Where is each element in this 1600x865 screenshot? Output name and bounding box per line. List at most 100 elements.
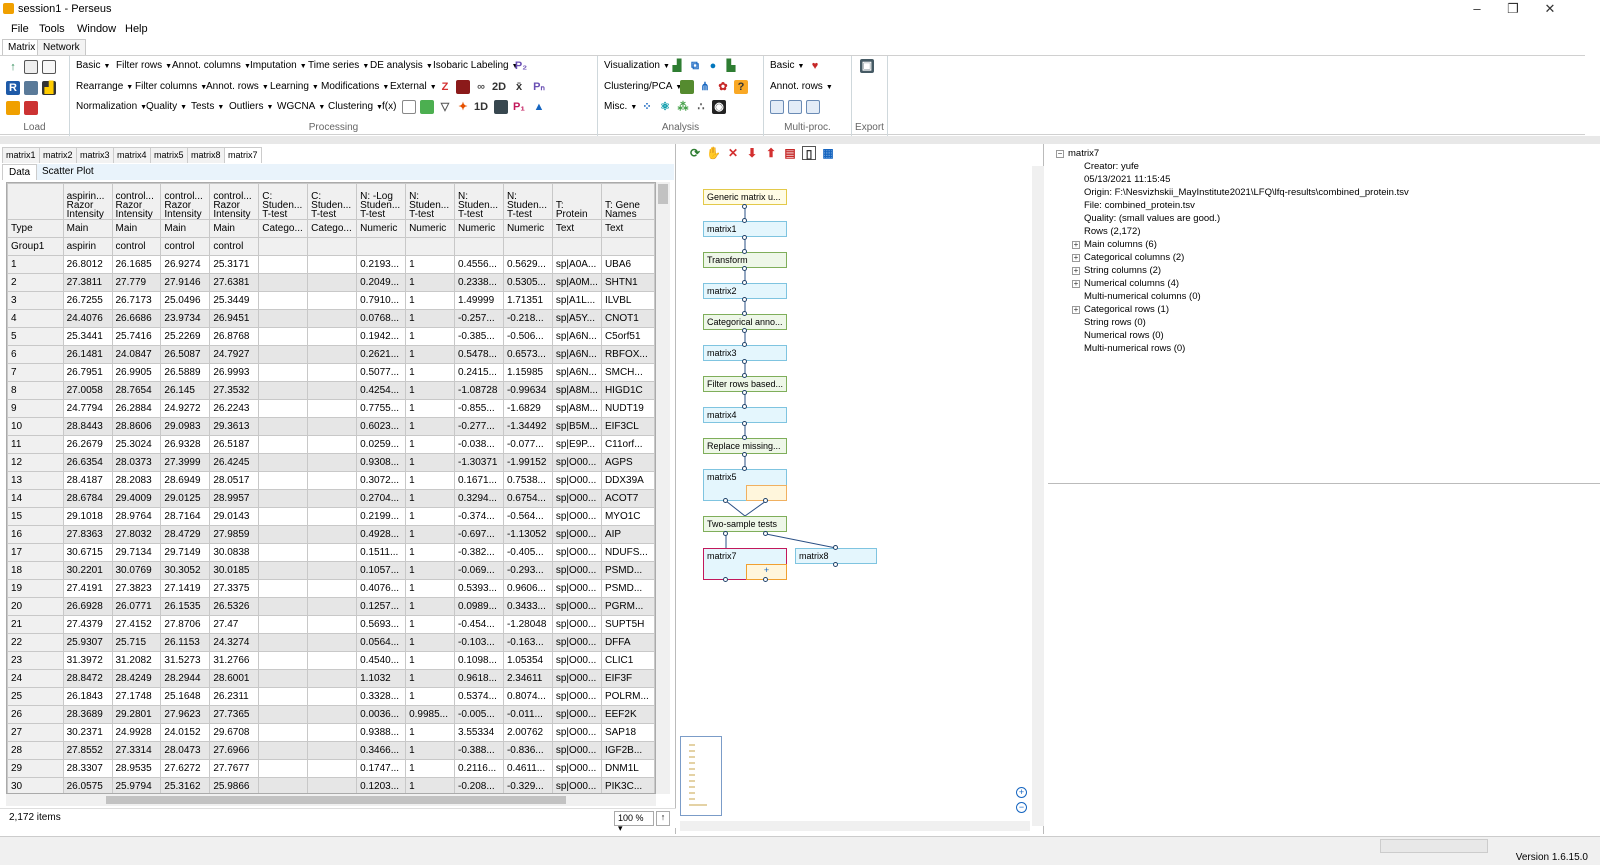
table-cell[interactable]: 27.0058 [62, 381, 113, 400]
table-cell[interactable]: 27.3532 [209, 381, 260, 400]
collapse-icon[interactable]: − [1056, 150, 1064, 158]
analysis-molecule-icon[interactable]: ⚛ [658, 100, 672, 114]
table-cell[interactable]: 27.8032 [111, 525, 162, 544]
table-cell[interactable]: 0.7538... [502, 471, 553, 490]
proc-plot-icon[interactable] [402, 100, 416, 114]
table-cell[interactable]: 27.9859 [209, 525, 260, 544]
table-cell[interactable] [307, 741, 358, 760]
table-cell[interactable]: 26.7173 [111, 291, 162, 310]
table-cell[interactable]: 28.4249 [111, 669, 162, 688]
table-cell[interactable]: 24.4076 [62, 309, 113, 328]
proc-filter-icon[interactable]: ▽ [438, 100, 452, 114]
table-cell[interactable]: 27.6381 [209, 273, 260, 292]
analysis-visualization[interactable]: Visualization ▼ [604, 60, 670, 71]
analysis-grid-icon[interactable] [680, 80, 694, 94]
table-cell[interactable]: 24.7927 [209, 345, 260, 364]
table-cell[interactable]: 0.5629... [502, 255, 553, 274]
table-cell[interactable] [258, 399, 309, 418]
table-cell[interactable]: 27.3314 [111, 741, 162, 760]
table-cell[interactable]: Main [111, 219, 162, 238]
table-cell[interactable]: sp|A8M... [551, 381, 602, 400]
table-cell[interactable] [405, 237, 455, 256]
table-row[interactable]: 11 26.2679 25.3024 26.9328 26.5187 0.0259... 1… [7, 435, 655, 454]
table-cell[interactable] [258, 741, 309, 760]
table-cell[interactable]: SAP18 [600, 723, 655, 742]
table-cell[interactable]: 0.9308... [356, 453, 407, 472]
table-cell[interactable]: 0.3072... [356, 471, 407, 490]
table-cell[interactable]: -0.077... [502, 435, 553, 454]
table-cell[interactable]: 1 [405, 777, 455, 793]
table-cell[interactable]: 27.3375 [209, 579, 260, 598]
table-cell[interactable]: 1 [405, 291, 455, 310]
table-cell[interactable]: POLRM... [600, 687, 655, 706]
expand-icon[interactable]: + [1072, 280, 1080, 288]
table-cell[interactable]: -1.13052 [502, 525, 553, 544]
table-cell[interactable]: 1 [405, 309, 455, 328]
table-cell[interactable]: sp|O00... [551, 777, 602, 793]
proc-z-icon[interactable]: Z [438, 80, 452, 94]
table-cell[interactable]: 26.0771 [111, 597, 162, 616]
table-cell[interactable]: -1.99152 [502, 453, 553, 472]
analysis-camera-icon[interactable]: ◉ [712, 100, 726, 114]
table-cell[interactable]: sp|O00... [551, 543, 602, 562]
proc-link-icon[interactable]: ∞ [474, 80, 488, 94]
load-chart-icon[interactable]: ▟ [42, 81, 56, 95]
table-cell[interactable]: 1 [405, 651, 455, 670]
table-cell[interactable]: 25.1648 [160, 687, 211, 706]
proc-1d-icon[interactable]: 1D [474, 100, 488, 114]
arrow-up-icon[interactable]: ⬆ [764, 146, 778, 160]
row-header-cell[interactable]: 23 [7, 651, 64, 670]
proc-filter-rows[interactable]: Filter rows ▼ [116, 60, 172, 71]
image-icon[interactable]: ▦ [821, 146, 835, 160]
proc-quality[interactable]: Quality ▼ [146, 101, 187, 112]
table-cell[interactable]: 0.5693... [356, 615, 407, 634]
table-cell[interactable]: 28.9957 [209, 489, 260, 508]
table-cell[interactable]: 26.9451 [209, 309, 260, 328]
table-cell[interactable]: 29.2801 [111, 705, 162, 724]
analysis-hist-icon[interactable]: ▙ [724, 59, 738, 73]
analysis-scatter-icon[interactable]: ⁘ [640, 100, 654, 114]
table-cell[interactable]: DDX39A [600, 471, 655, 490]
table-row[interactable]: 28 27.8552 27.3314 28.0473 27.6966 0.3466... 1… [7, 741, 655, 760]
table-cell[interactable]: -0.038... [454, 435, 504, 454]
table-cell[interactable] [307, 255, 358, 274]
table-cell[interactable]: 28.4729 [160, 525, 211, 544]
row-header-cell[interactable]: 26 [7, 705, 64, 724]
table-cell[interactable]: 0.3433... [502, 597, 553, 616]
table-cell[interactable]: 24.9928 [111, 723, 162, 742]
table-cell[interactable]: sp|A6N... [551, 363, 602, 382]
proc-external[interactable]: External ▼ [390, 81, 437, 92]
table-cell[interactable]: 1 [405, 579, 455, 598]
table-cell[interactable] [307, 723, 358, 742]
table-cell[interactable] [258, 561, 309, 580]
table-cell[interactable] [258, 453, 309, 472]
tab-matrix5[interactable]: matrix5 [150, 147, 188, 163]
row-header-cell[interactable]: 16 [7, 525, 64, 544]
row-header-cell[interactable]: 30 [7, 777, 64, 793]
table-cell[interactable]: 0.2415... [454, 363, 504, 382]
table-cell[interactable]: 0.9388... [356, 723, 407, 742]
table-cell[interactable] [307, 237, 358, 256]
table-row[interactable]: 19 27.4191 27.3823 27.1419 27.3375 0.4076... 1… [7, 579, 655, 598]
table-cell[interactable] [307, 363, 358, 382]
tree-item-categorical-columns[interactable]: Categorical columns (2) [1084, 252, 1184, 263]
table-cell[interactable]: 1 [405, 453, 455, 472]
table-row[interactable]: 26 28.3689 29.2801 27.9623 27.7365 0.0036... 0… [7, 705, 655, 724]
table-cell[interactable]: -0.218... [502, 309, 553, 328]
table-cell[interactable]: 1 [405, 273, 455, 292]
proc-imputation[interactable]: Imputation ▼ [250, 60, 307, 71]
table-cell[interactable]: sp|O00... [551, 741, 602, 760]
hand-icon[interactable]: ✋ [706, 146, 721, 160]
table-cell[interactable]: 27.4379 [62, 615, 113, 634]
table-cell[interactable]: 26.6686 [111, 309, 162, 328]
table-cell[interactable] [258, 255, 309, 274]
arrow-down-icon[interactable]: ⬇ [745, 146, 759, 160]
table-cell[interactable]: 29.6708 [209, 723, 260, 742]
table-cell[interactable]: 27.3999 [160, 453, 211, 472]
table-cell[interactable]: 0.1257... [356, 597, 407, 616]
table-cell[interactable] [307, 651, 358, 670]
table-cell[interactable]: Numeric [356, 219, 407, 238]
table-row[interactable]: 27 30.2371 24.9928 24.0152 29.6708 0.9388... 1… [7, 723, 655, 742]
row-header-cell[interactable] [7, 183, 64, 220]
row-header-cell[interactable]: 20 [7, 597, 64, 616]
